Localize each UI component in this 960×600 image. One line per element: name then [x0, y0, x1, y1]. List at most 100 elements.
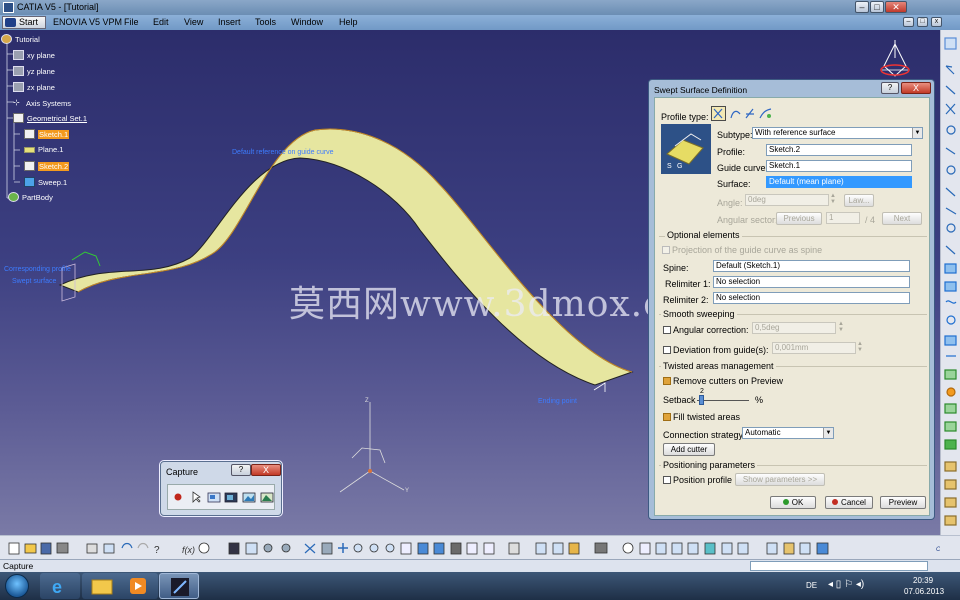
album-icon[interactable] [259, 490, 274, 505]
swept-surface-dialog[interactable]: Swept Surface Definition ? X Profile typ… [648, 79, 935, 520]
relimiter1-field[interactable]: No selection [713, 276, 910, 288]
subtype-select[interactable]: With reference surface ▼ [752, 127, 923, 139]
menu-insert[interactable]: Insert [218, 17, 241, 27]
angular-correction-spinner[interactable]: ▲ ▼ [838, 321, 844, 333]
angular-correction-checkbox[interactable] [663, 326, 671, 334]
clock-time[interactable]: 20:39 [913, 576, 933, 585]
close-button[interactable]: ✕ [885, 1, 907, 13]
capture-close-button[interactable]: X [251, 464, 281, 476]
preview-button[interactable]: Preview [880, 496, 926, 509]
doc-minimize-button[interactable]: – [903, 17, 914, 27]
sector-field[interactable]: 1 [826, 212, 860, 224]
menu-edit[interactable]: Edit [153, 17, 169, 27]
power-input-field[interactable] [750, 561, 928, 571]
taskbar-catia[interactable] [159, 573, 199, 599]
tree-item-zx-plane[interactable]: zx plane [13, 82, 55, 92]
menu-tools[interactable]: Tools [255, 17, 276, 27]
menu-view[interactable]: View [184, 17, 203, 27]
fill-twisted-checkbox[interactable] [663, 413, 671, 421]
tree-item-axis-systems[interactable]: ⊹ Axis Systems [13, 98, 71, 108]
svg-text:CATIA: CATIA [936, 547, 940, 553]
profile-field[interactable]: Sketch.2 [766, 144, 912, 156]
angle-spinner[interactable]: ▲ ▼ [830, 193, 836, 205]
axis-y-label: Y [405, 488, 409, 494]
surface-field[interactable]: Default (mean plane) [766, 176, 912, 188]
windows-start-button[interactable] [5, 574, 29, 598]
tray-icons[interactable]: ◂ ▯ ⚐ ◂) [828, 579, 864, 590]
capture-area-icon[interactable] [206, 490, 221, 505]
tree-label: Axis Systems [26, 98, 72, 108]
image-icon[interactable] [242, 490, 257, 505]
position-profile-label: Position profile [673, 475, 733, 485]
axis-triad [339, 402, 405, 493]
tree-item-sweep-1[interactable]: Sweep.1 [24, 177, 67, 187]
remove-cutters-checkbox[interactable] [663, 377, 671, 385]
guide-curve-field[interactable]: Sketch.1 [766, 160, 912, 172]
status-text: Capture [3, 561, 34, 571]
menu-window[interactable]: Window [291, 17, 323, 27]
dialog-close-button[interactable]: X [901, 82, 931, 94]
cancel-button[interactable]: Cancel [825, 496, 873, 509]
plane-icon [13, 50, 24, 60]
tree-item-xy-plane[interactable]: xy plane [13, 50, 55, 60]
specification-tree[interactable]: Tutorial xy plane yz plane zx plane ⊹ Ax… [0, 30, 120, 210]
relimiter2-field[interactable]: No selection [713, 292, 910, 304]
profile-type-icons[interactable] [711, 106, 773, 121]
tree-item-root[interactable]: Tutorial [1, 34, 40, 44]
bottom-toolbar-icons[interactable]: ? f(x) C [0, 536, 953, 560]
tree-item-yz-plane[interactable]: yz plane [13, 66, 55, 76]
taskbar-explorer[interactable] [82, 573, 122, 599]
title-bar: CATIA V5 - [Tutorial] – □ ✕ [0, 0, 960, 15]
tree-label: yz plane [27, 66, 55, 76]
deviation-spinner[interactable]: ▲ ▼ [857, 341, 863, 353]
next-button[interactable]: Next [882, 212, 922, 225]
taskbar-ie[interactable]: e [40, 573, 80, 599]
position-profile-checkbox[interactable] [663, 476, 671, 484]
show-parameters-button[interactable]: Show parameters >> [735, 473, 825, 486]
chevron-down-icon: ▼ [912, 128, 922, 138]
setback-slider-thumb[interactable] [699, 395, 704, 405]
tree-item-sketch-2[interactable]: Sketch.2 [24, 161, 70, 171]
record-icon[interactable] [171, 490, 186, 505]
compass-icon[interactable] [878, 38, 912, 82]
menu-start[interactable]: Start [2, 16, 46, 29]
minimize-button[interactable]: – [855, 1, 869, 13]
tree-item-sketch-1[interactable]: Sketch.1 [24, 129, 70, 139]
profile-type-label: Profile type: [661, 112, 709, 122]
add-cutter-button[interactable]: Add cutter [663, 443, 715, 456]
menu-enovia[interactable]: ENOVIA V5 VPM [53, 17, 122, 27]
dialog-title: Swept Surface Definition [654, 85, 748, 95]
tree-item-partbody[interactable]: PartBody [8, 192, 53, 202]
capture-help-button[interactable]: ? [231, 464, 251, 476]
internet-explorer-icon: e [52, 577, 62, 597]
clock-date[interactable]: 07.06.2013 [904, 587, 944, 596]
language-indicator[interactable]: DE [806, 581, 817, 590]
dialog-help-button[interactable]: ? [881, 82, 899, 94]
deviation-checkbox[interactable] [663, 346, 671, 354]
projection-checkbox[interactable] [662, 246, 670, 254]
deviation-field[interactable]: 0,001mm [772, 342, 856, 354]
relimiter1-label: Relimiter 1: [665, 279, 711, 289]
spine-field[interactable]: Default (Sketch.1) [713, 260, 910, 272]
twisted-areas-title: Twisted areas management [661, 361, 776, 371]
angle-field[interactable]: 0deg [745, 194, 829, 206]
law-button[interactable]: Law... [844, 194, 874, 207]
menu-file[interactable]: File [124, 17, 139, 27]
taskbar-media[interactable] [118, 573, 158, 599]
tree-item-geometrical-set[interactable]: Geometrical Set.1 [13, 113, 87, 123]
angular-correction-field[interactable]: 0,5deg [752, 322, 836, 334]
right-toolbar-icons[interactable] [941, 30, 960, 535]
select-icon[interactable] [189, 490, 204, 505]
axis-z-label: Z [365, 398, 369, 404]
doc-restore-button[interactable]: □ [917, 17, 928, 27]
camera-icon[interactable] [224, 490, 239, 505]
doc-close-button[interactable]: x [931, 17, 942, 27]
maximize-button[interactable]: □ [870, 1, 884, 13]
ok-button[interactable]: OK [770, 496, 816, 509]
menu-help[interactable]: Help [339, 17, 358, 27]
connection-strategy-select[interactable]: Automatic ▼ [742, 427, 834, 439]
subtype-value: With reference surface [755, 128, 836, 137]
tree-item-plane-1[interactable]: Plane.1 [24, 145, 63, 154]
capture-toolbar[interactable]: Capture ? X [160, 461, 282, 516]
previous-button[interactable]: Previous [776, 212, 822, 225]
